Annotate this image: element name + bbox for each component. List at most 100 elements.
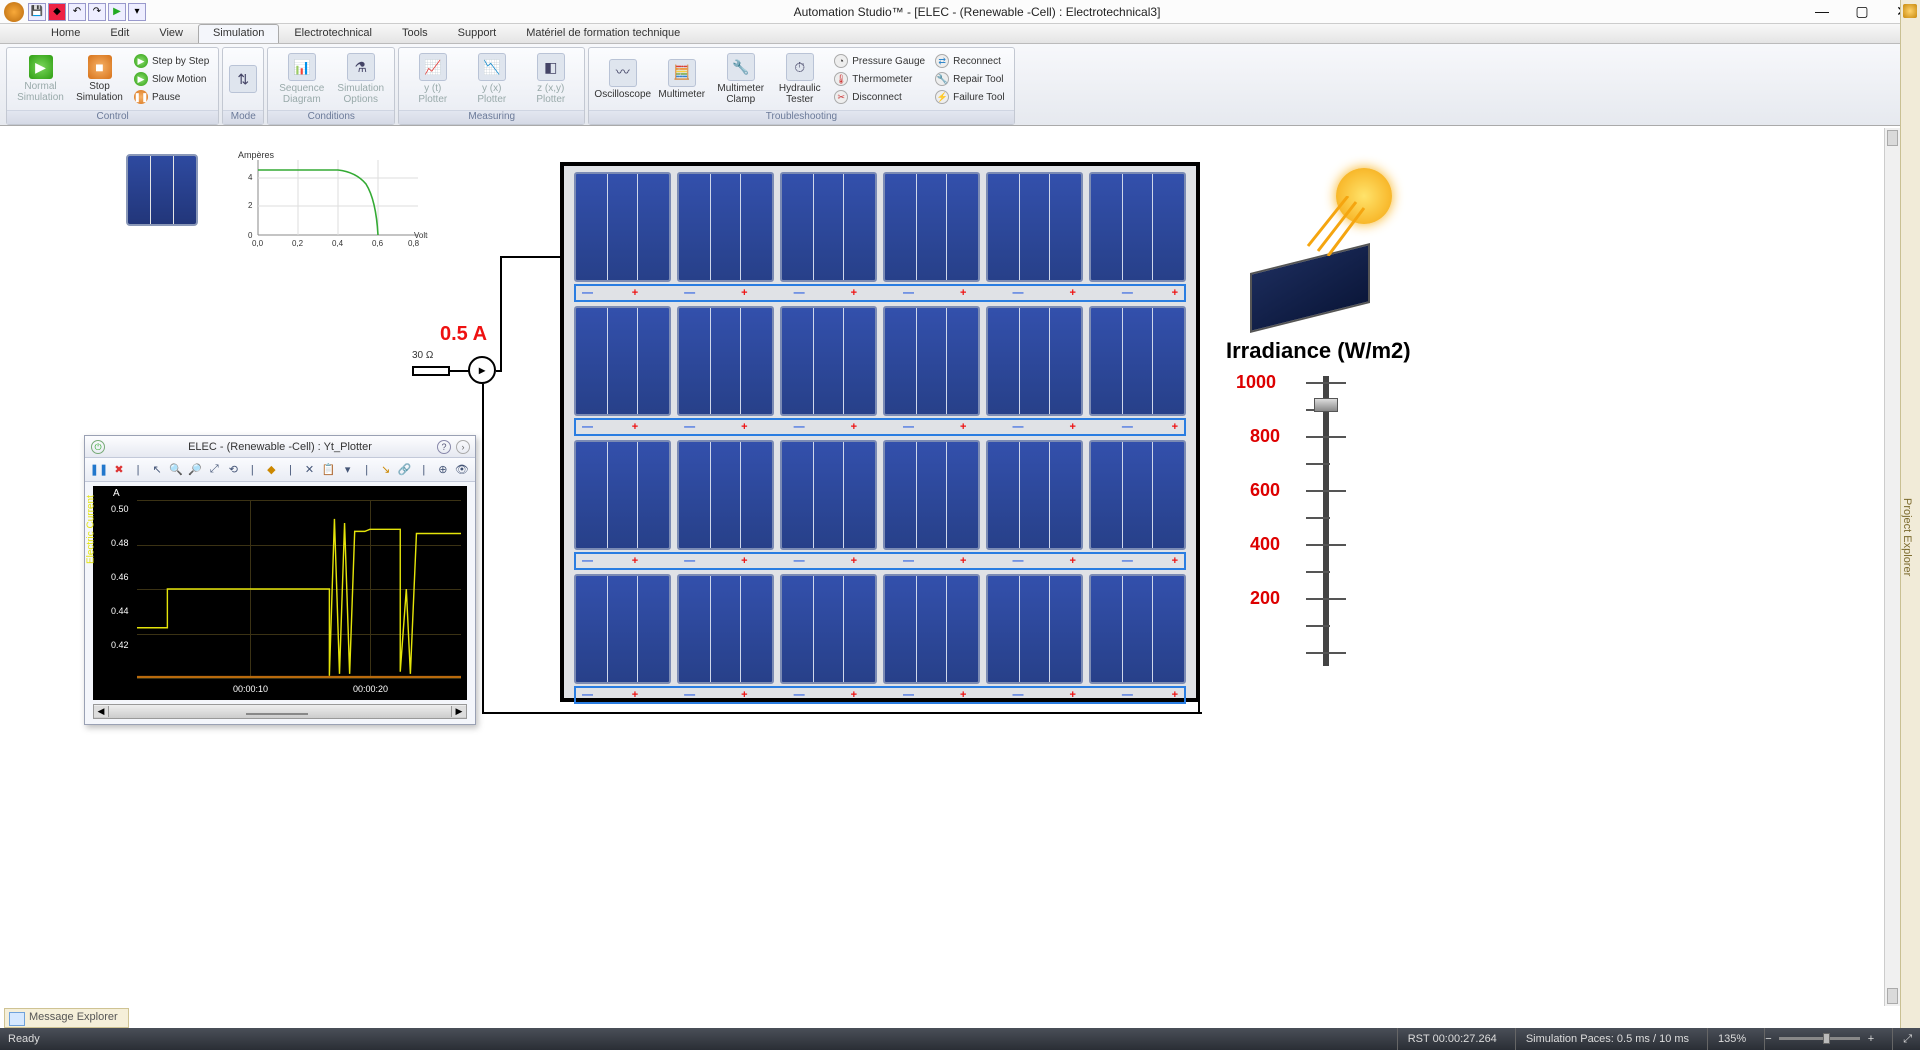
status-bar: Ready RST 00:00:27.264 Simulation Paces:…: [0, 1028, 1920, 1050]
svg-text:0,6: 0,6: [372, 239, 384, 248]
project-explorer-rail[interactable]: Project Explorer: [1900, 0, 1920, 1050]
group-label-control: Control: [7, 110, 218, 124]
current-reading: 0.5 A: [440, 323, 487, 346]
svg-text:2: 2: [248, 201, 253, 210]
group-label-conditions: Conditions: [268, 110, 394, 124]
reconnect-button[interactable]: ⇄Reconnect: [932, 53, 1008, 70]
plotter-dropdown-icon[interactable]: ▾: [341, 462, 355, 478]
qat-more-icon[interactable]: ▾: [128, 3, 146, 21]
irradiance-slider[interactable]: 1000 800 600 400 200: [1236, 376, 1416, 666]
normal-simulation-button[interactable]: ▶ Normal Simulation: [13, 50, 68, 108]
yx-plotter-button[interactable]: 📉y (x) Plotter: [464, 50, 519, 108]
plotter-fit-icon[interactable]: ⤢: [207, 462, 221, 478]
irradiance-thumb[interactable]: [1314, 398, 1338, 412]
plotter-zoomout-icon[interactable]: 🔎: [188, 462, 202, 478]
sequence-diagram-button[interactable]: 📊Sequence Diagram: [274, 50, 329, 108]
svg-text:0,8: 0,8: [408, 239, 420, 248]
resistor[interactable]: [412, 366, 450, 376]
plotter-expand-icon[interactable]: ›: [456, 440, 470, 454]
zxy-plotter-button[interactable]: ◧z (x,y) Plotter: [523, 50, 578, 108]
wire: [482, 712, 1202, 714]
plotter-markers-icon[interactable]: ◆: [264, 462, 278, 478]
group-control: ▶ Normal Simulation ■ Stop Simulation ▶S…: [6, 47, 219, 125]
group-label-troubleshooting: Troubleshooting: [589, 110, 1013, 124]
pause-button[interactable]: ❚❚Pause: [131, 89, 212, 106]
multimeter-clamp-button[interactable]: 🔧Multimeter Clamp: [713, 50, 768, 108]
step-by-step-button[interactable]: ▶Step by Step: [131, 53, 212, 70]
repair-icon: 🔧: [935, 72, 949, 86]
oscilloscope-button[interactable]: 〰Oscilloscope: [595, 50, 650, 108]
title-bar: 💾 ◆ ↶ ↷ ▶ ▾ Automation Studio™ - [ELEC -…: [0, 0, 1920, 24]
simulation-options-button[interactable]: ⚗Simulation Options: [333, 50, 388, 108]
failure-tool-button[interactable]: ⚡Failure Tool: [932, 89, 1008, 106]
disconnect-button[interactable]: ✂Disconnect: [831, 89, 928, 106]
canvas[interactable]: Ampères 4 2 0 0,0 0,2 0,4 0,6 0,8 Volts …: [0, 128, 1920, 1028]
plotter-snap-icon[interactable]: ↘: [379, 462, 393, 478]
yt-plotter-button[interactable]: 📈y (t) Plotter: [405, 50, 460, 108]
tab-support[interactable]: Support: [443, 24, 512, 43]
plotter-delete-icon[interactable]: ✕: [302, 462, 316, 478]
qat-save-icon[interactable]: 💾: [28, 3, 46, 21]
reconnect-icon: ⇄: [935, 54, 949, 68]
plotter-toolbar: ❚❚ ✖ | ↖ 🔍 🔎 ⤢ ⟲ | ◆ | ✕ 📋 ▾ | ↘ 🔗 | ⊕ 👁: [85, 458, 475, 482]
status-zoom-slider[interactable]: − +: [1764, 1028, 1874, 1050]
yt-plotter-window[interactable]: ⏻ ELEC - (Renewable -Cell) : Yt_Plotter …: [84, 435, 476, 725]
svg-text:Ampères: Ampères: [238, 150, 275, 160]
maximize-button[interactable]: ▢: [1848, 3, 1876, 20]
plotter-scrollbar[interactable]: ◀▶: [93, 704, 467, 719]
vertical-scrollbar[interactable]: [1884, 128, 1900, 1006]
svg-text:Volts: Volts: [414, 231, 428, 240]
tab-view[interactable]: View: [144, 24, 198, 43]
wire: [500, 256, 560, 258]
plotter-power-icon[interactable]: ⏻: [91, 440, 105, 454]
hydraulic-tester-button[interactable]: ⏱Hydraulic Tester: [772, 50, 827, 108]
panel-icon: [1250, 243, 1370, 333]
plotter-cursor-icon[interactable]: ↖: [150, 462, 164, 478]
pressure-gauge-button[interactable]: ◔Pressure Gauge: [831, 53, 928, 70]
plotter-eye-icon[interactable]: 👁: [455, 462, 469, 478]
plotter-title: ELEC - (Renewable -Cell) : Yt_Plotter: [188, 441, 372, 453]
tab-edit[interactable]: Edit: [95, 24, 144, 43]
ammeter[interactable]: [468, 356, 496, 384]
multimeter-button[interactable]: 🧮Multimeter: [654, 50, 709, 108]
quick-access-toolbar: 💾 ◆ ↶ ↷ ▶ ▾: [28, 3, 146, 21]
zxy-icon: ◧: [537, 53, 565, 81]
oscilloscope-icon: 〰: [609, 59, 637, 87]
qat-color-icon[interactable]: ◆: [48, 3, 66, 21]
plotter-zoomreset-icon[interactable]: ⟲: [226, 462, 240, 478]
status-fit-icon[interactable]: ⤢: [1892, 1028, 1912, 1050]
plotter-clear-icon[interactable]: ✖: [112, 462, 126, 478]
slow-motion-button[interactable]: ▶Slow Motion: [131, 71, 212, 88]
plotter-target-icon[interactable]: ⊕: [436, 462, 450, 478]
pv-module[interactable]: —+—+—+—+—+—+ —+—+—+—+—+—+ —+—+—+—+—+—+ —…: [560, 162, 1200, 702]
plotter-help-icon[interactable]: ?: [437, 440, 451, 454]
tab-training[interactable]: Matériel de formation technique: [511, 24, 695, 43]
plotter-zoomin-icon[interactable]: 🔍: [169, 462, 183, 478]
qat-redo-icon[interactable]: ↷: [88, 3, 106, 21]
failure-icon: ⚡: [935, 90, 949, 104]
status-zoom[interactable]: 135%: [1707, 1028, 1746, 1050]
qat-run-icon[interactable]: ▶: [108, 3, 126, 21]
plotter-title-bar[interactable]: ⏻ ELEC - (Renewable -Cell) : Yt_Plotter …: [85, 436, 475, 458]
minimize-button[interactable]: —: [1808, 3, 1836, 20]
tab-electrotechnical[interactable]: Electrotechnical: [279, 24, 387, 43]
wire: [1198, 688, 1200, 714]
group-troubleshooting: 〰Oscilloscope 🧮Multimeter 🔧Multimeter Cl…: [588, 47, 1014, 125]
mode-icon[interactable]: ⇅: [229, 65, 257, 93]
tab-tools[interactable]: Tools: [387, 24, 443, 43]
stop-simulation-button[interactable]: ■ Stop Simulation: [72, 50, 127, 108]
message-explorer-tab[interactable]: Message Explorer: [4, 1008, 129, 1028]
app-icon[interactable]: [4, 2, 24, 22]
plotter-copy-icon[interactable]: 📋: [322, 462, 336, 478]
svg-text:0,4: 0,4: [332, 239, 344, 248]
repair-tool-button[interactable]: 🔧Repair Tool: [932, 71, 1008, 88]
tab-simulation[interactable]: Simulation: [198, 24, 279, 43]
single-cell-symbol[interactable]: [126, 154, 198, 226]
plotter-pause-icon[interactable]: ❚❚: [91, 462, 107, 478]
thermometer-icon: 🌡: [834, 72, 848, 86]
qat-undo-icon[interactable]: ↶: [68, 3, 86, 21]
group-measuring: 📈y (t) Plotter 📉y (x) Plotter ◧z (x,y) P…: [398, 47, 585, 125]
tab-home[interactable]: Home: [36, 24, 95, 43]
thermometer-button[interactable]: 🌡Thermometer: [831, 71, 928, 88]
plotter-link-icon[interactable]: 🔗: [398, 462, 412, 478]
